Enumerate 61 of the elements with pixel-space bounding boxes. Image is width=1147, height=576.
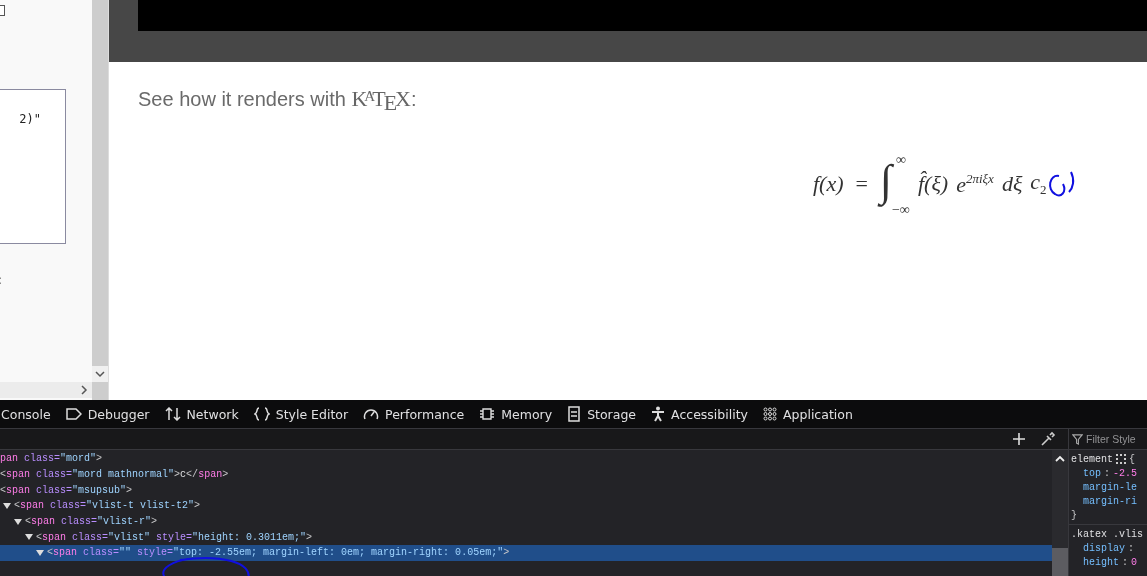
css-text: : bbox=[1122, 556, 1129, 568]
devtools-tab[interactable]: Network bbox=[158, 400, 245, 428]
devtools-tab[interactable]: Accessibility bbox=[645, 400, 754, 428]
scroll-down-icon[interactable] bbox=[95, 370, 105, 378]
css-text: top bbox=[1083, 467, 1101, 479]
devtools-tab[interactable]: Style Editor bbox=[247, 400, 355, 428]
scroll-right-icon[interactable] bbox=[80, 385, 88, 395]
markup-row[interactable]: <span class="msupsub"> bbox=[0, 482, 1052, 499]
css-text: } bbox=[1071, 509, 1077, 521]
devtools-tab[interactable]: Storage bbox=[561, 400, 643, 428]
network-icon bbox=[164, 407, 181, 421]
markup-row[interactable]: <span class="vlist-t vlist-t2"> bbox=[0, 498, 1052, 514]
css-text: : bbox=[1128, 542, 1135, 554]
css-text: 0 bbox=[1131, 556, 1138, 568]
css-text: -2.5 bbox=[1113, 467, 1138, 479]
devtools-tab[interactable]: Debugger bbox=[59, 400, 156, 428]
markup-row[interactable]: pan class="mord"> bbox=[0, 451, 1052, 467]
scroll-thumb[interactable] bbox=[1052, 548, 1068, 576]
css-text: display bbox=[1083, 542, 1125, 554]
css-text: { bbox=[1129, 453, 1136, 465]
css-text: height bbox=[1083, 556, 1119, 568]
devtools-tab[interactable]: Memory bbox=[473, 400, 559, 428]
markup-text: <span class="vlist-r"> bbox=[25, 516, 158, 528]
grid-icon[interactable] bbox=[1116, 454, 1126, 464]
math-formula: f(x) = ∫∞ −∞ f̂(ξ) e$^{2πiξx}$ dξ c$_{2}$ bbox=[813, 154, 1047, 214]
horizontal-scrollbar[interactable] bbox=[0, 382, 92, 398]
markup-text: pan class="mord"> bbox=[0, 453, 103, 465]
markup-row[interactable]: <span class="vlist" style="height: 0.3011em;"> bbox=[0, 529, 1052, 546]
css-text: element bbox=[1071, 453, 1113, 465]
storage-icon bbox=[567, 406, 582, 422]
eyedropper-icon[interactable] bbox=[1040, 431, 1056, 447]
markup-text: <span class="mord mathnormal">c</span> bbox=[0, 469, 229, 481]
markup-row[interactable]: <span class="vlist-r"> bbox=[0, 513, 1052, 530]
css-text: .katex .vlis bbox=[1071, 528, 1143, 540]
devtools-tab[interactable]: Console bbox=[0, 400, 57, 428]
debugger-icon bbox=[65, 408, 82, 420]
braces-icon bbox=[253, 407, 270, 421]
intro-text: See how it renders with bbox=[138, 88, 347, 110]
markup-text: <span class="" style="top: -2.55em; margin-left: 0em; margin-right: 0.05em;"> bbox=[47, 547, 510, 559]
css-text: : bbox=[1104, 467, 1111, 479]
vertical-scrollbar[interactable] bbox=[92, 0, 108, 400]
filter-icon bbox=[1072, 433, 1083, 445]
css-text: margin-le bbox=[1083, 481, 1137, 493]
markup-text: <span class="vlist-t vlist-t2"> bbox=[14, 500, 201, 512]
vertical-scrollbar[interactable] bbox=[1052, 450, 1068, 576]
markup-text: <span class="msupsub"> bbox=[0, 484, 133, 496]
devtools-tab[interactable]: Application bbox=[757, 400, 859, 428]
add-icon[interactable] bbox=[1012, 432, 1026, 446]
chip-icon bbox=[479, 407, 496, 421]
cut-text: : bbox=[0, 273, 3, 287]
markup-row[interactable]: <span class="" style="top: -2.55em; margin-left: 0em; margin-right: 0.05em;"> bbox=[0, 545, 1052, 561]
colon-text: : bbox=[410, 88, 417, 110]
text-area[interactable]: 2)" bbox=[0, 89, 66, 244]
accessibility-icon bbox=[651, 406, 666, 422]
css-text: margin-ri bbox=[1083, 495, 1137, 507]
grid-icon bbox=[763, 407, 777, 421]
devtools-tab[interactable]: Performance bbox=[357, 400, 471, 428]
gauge-icon bbox=[363, 407, 380, 421]
markup-text: <span class="vlist" style="height: 0.3011em;"> bbox=[36, 531, 313, 543]
scroll-up-icon[interactable] bbox=[1055, 455, 1065, 463]
markup-row[interactable]: <span class="mord mathnormal">c</span> bbox=[0, 466, 1052, 483]
